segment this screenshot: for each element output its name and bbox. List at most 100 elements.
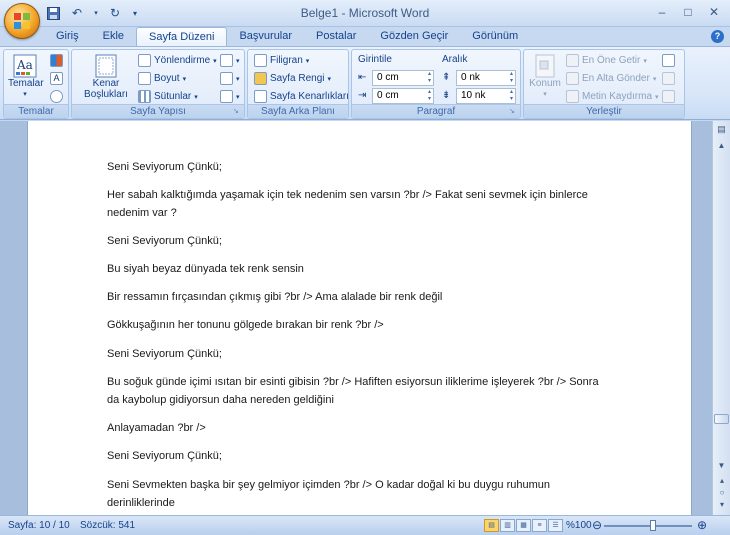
group-yerlestir: Konum ▾ En Öne Getir ▾ En Alta Gönder ▾ Me…	[523, 49, 685, 119]
tab-gozden-gecir[interactable]: Gözden Geçir	[368, 27, 460, 47]
group-paragraf: Girintile Aralık ⇤ 0 cm ▴ ▾ ⇥ 0 cm ▴ ▾ ⇞ 0 n…	[351, 49, 521, 119]
theme-effects-icon	[50, 90, 63, 103]
size-button[interactable]: Boyut ▾	[138, 72, 186, 85]
maximize-icon[interactable]: □	[676, 3, 700, 21]
scroll-thumb[interactable]	[714, 414, 729, 424]
margins-label: Kenar Boşlukları	[84, 78, 128, 100]
page-borders-label: Sayfa Kenarlıkları	[270, 91, 349, 102]
group-objects-button[interactable]	[662, 72, 675, 85]
zoom-slider-thumb[interactable]	[650, 520, 656, 531]
rotate-button[interactable]	[662, 90, 675, 103]
indent-left-field[interactable]: 0 cm ▴ ▾	[372, 70, 434, 86]
group-sayfa-yapisi: Kenar Boşlukları Yönlendirme ▾ Boyut ▾ Süt…	[71, 49, 245, 119]
margins-button[interactable]: Kenar Boşlukları	[78, 54, 134, 100]
print-layout-icon[interactable]: ▤	[484, 519, 499, 532]
zoom-level[interactable]: %100	[566, 520, 592, 531]
paragraph[interactable]: Bir ressamın fırçasından çıkmış gibi ?br…	[107, 288, 607, 306]
tab-gorunum[interactable]: Görünüm	[460, 27, 530, 47]
title-bar: ↶ ▾ ↻ ▾ Belge1 - Microsoft Word – □ ✕	[0, 0, 730, 27]
paragraph[interactable]: Bu siyah beyaz dünyada tek renk sensin	[107, 260, 607, 278]
theme-colors-button[interactable]	[50, 54, 63, 67]
theme-fonts-button[interactable]: A	[50, 72, 63, 85]
office-button[interactable]	[4, 3, 40, 39]
page-setup-launcher-icon[interactable]: ↘	[233, 107, 242, 116]
close-icon[interactable]: ✕	[702, 3, 726, 21]
tab-ekle[interactable]: Ekle	[91, 27, 136, 47]
align-icon	[662, 54, 675, 67]
position-button[interactable]: Konum ▾	[528, 54, 562, 100]
orientation-button[interactable]: Yönlendirme ▾	[138, 54, 217, 67]
svg-text:Aa: Aa	[16, 58, 33, 72]
spacing-before-icon: ⇞	[442, 72, 451, 83]
watermark-button[interactable]: Filigran ▾	[254, 54, 309, 67]
paragraph[interactable]: Seni Seviyorum Çünkü;	[107, 232, 607, 250]
line-numbers-button[interactable]: ▾	[220, 72, 240, 85]
paragraph[interactable]: Seni Sevmekten başka bir şey gelmiyor iç…	[107, 476, 607, 512]
full-screen-reading-icon[interactable]: ▥	[500, 519, 515, 532]
zoom-out-icon[interactable]: ⊖	[592, 518, 602, 532]
outline-icon[interactable]: ≡	[532, 519, 547, 532]
zoom-slider[interactable]	[604, 525, 692, 527]
vertical-scrollbar[interactable]: ▤ ▲ ▼ ▴ ○ ▾	[712, 121, 730, 515]
paragraph-launcher-icon[interactable]: ↘	[509, 107, 518, 116]
orientation-icon	[138, 54, 151, 67]
page-color-button[interactable]: Sayfa Rengi ▾	[254, 72, 331, 85]
breaks-button[interactable]: ▾	[220, 54, 240, 67]
spacing-after-value: 10 nk	[461, 90, 486, 101]
theme-effects-button[interactable]	[50, 90, 63, 103]
view-ruler-icon[interactable]: ▤	[715, 124, 728, 137]
position-label: Konum	[529, 78, 561, 89]
align-button[interactable]	[662, 54, 675, 67]
indent-right-icon: ⇥	[358, 90, 367, 101]
bring-front-button[interactable]: En Öne Getir ▾	[566, 54, 647, 67]
columns-button[interactable]: Sütunlar ▾	[138, 90, 198, 103]
send-back-button[interactable]: En Alta Gönder ▾	[566, 72, 656, 85]
spacing-before-field[interactable]: 0 nk ▴ ▾	[456, 70, 516, 86]
watermark-icon	[254, 54, 267, 67]
themes-label: Temalar	[8, 78, 44, 89]
scroll-up-icon[interactable]: ▲	[714, 139, 729, 153]
next-page-icon[interactable]: ▾	[716, 499, 728, 510]
watermark-label: Filigran	[270, 55, 303, 66]
size-icon	[138, 72, 151, 85]
bring-front-label: En Öne Getir	[582, 55, 641, 66]
group-label-temalar: Temalar	[4, 104, 68, 118]
word-count[interactable]: Sözcük: 541	[80, 520, 135, 531]
zoom-in-icon[interactable]: ⊕	[697, 518, 707, 532]
draft-icon[interactable]: ☰	[548, 519, 563, 532]
ribbon-tabs: Giriş Ekle Sayfa Düzeni Başvurular Posta…	[44, 27, 530, 47]
page-color-label: Sayfa Rengi	[270, 73, 325, 84]
paragraph[interactable]: Gökkuşağının her tonunu gölgede bırakan …	[107, 316, 607, 334]
previous-page-icon[interactable]: ▴	[716, 475, 728, 486]
tab-basvurular[interactable]: Başvurular	[227, 27, 304, 47]
help-icon[interactable]: ?	[711, 30, 724, 43]
spacing-label: Aralık	[442, 54, 468, 65]
indent-right-field[interactable]: 0 cm ▴ ▾	[372, 88, 434, 104]
text-wrap-button[interactable]: Metin Kaydırma ▾	[566, 90, 659, 103]
columns-icon	[138, 90, 151, 103]
hyphenation-button[interactable]: ▾	[220, 90, 240, 103]
page-indicator[interactable]: Sayfa: 10 / 10	[8, 520, 70, 531]
tab-giris[interactable]: Giriş	[44, 27, 91, 47]
paragraph[interactable]: Anlayamadan ?br />	[107, 419, 607, 437]
paragraph[interactable]: Bu soğuk günde içimi ısıtan bir esinti g…	[107, 373, 607, 409]
scroll-down-icon[interactable]: ▼	[714, 459, 729, 473]
spacing-after-field[interactable]: 10 nk ▴ ▾	[456, 88, 516, 104]
send-back-label: En Alta Gönder	[582, 73, 650, 84]
window-title: Belge1 - Microsoft Word	[300, 6, 430, 20]
window-controls: – □ ✕	[650, 3, 726, 21]
tab-sayfa-duzeni[interactable]: Sayfa Düzeni	[136, 27, 228, 47]
paragraph[interactable]: Her sabah kalktığımda yaşamak için tek n…	[107, 186, 607, 222]
document-page[interactable]: Seni Seviyorum Çünkü; Her sabah kalktığı…	[27, 121, 692, 515]
page-color-icon	[254, 72, 267, 85]
browse-object-icon[interactable]: ○	[716, 487, 728, 498]
indent-left-icon: ⇤	[358, 72, 367, 83]
tab-postalar[interactable]: Postalar	[304, 27, 368, 47]
paragraph[interactable]: Seni Seviyorum Çünkü;	[107, 447, 607, 465]
paragraph[interactable]: Seni Seviyorum Çünkü;	[107, 158, 607, 176]
page-borders-button[interactable]: Sayfa Kenarlıkları	[254, 90, 349, 103]
minimize-icon[interactable]: –	[650, 3, 674, 21]
paragraph[interactable]: Seni Seviyorum Çünkü;	[107, 345, 607, 363]
web-layout-icon[interactable]: ▦	[516, 519, 531, 532]
themes-button[interactable]: Aa Temalar ▾	[8, 54, 44, 100]
